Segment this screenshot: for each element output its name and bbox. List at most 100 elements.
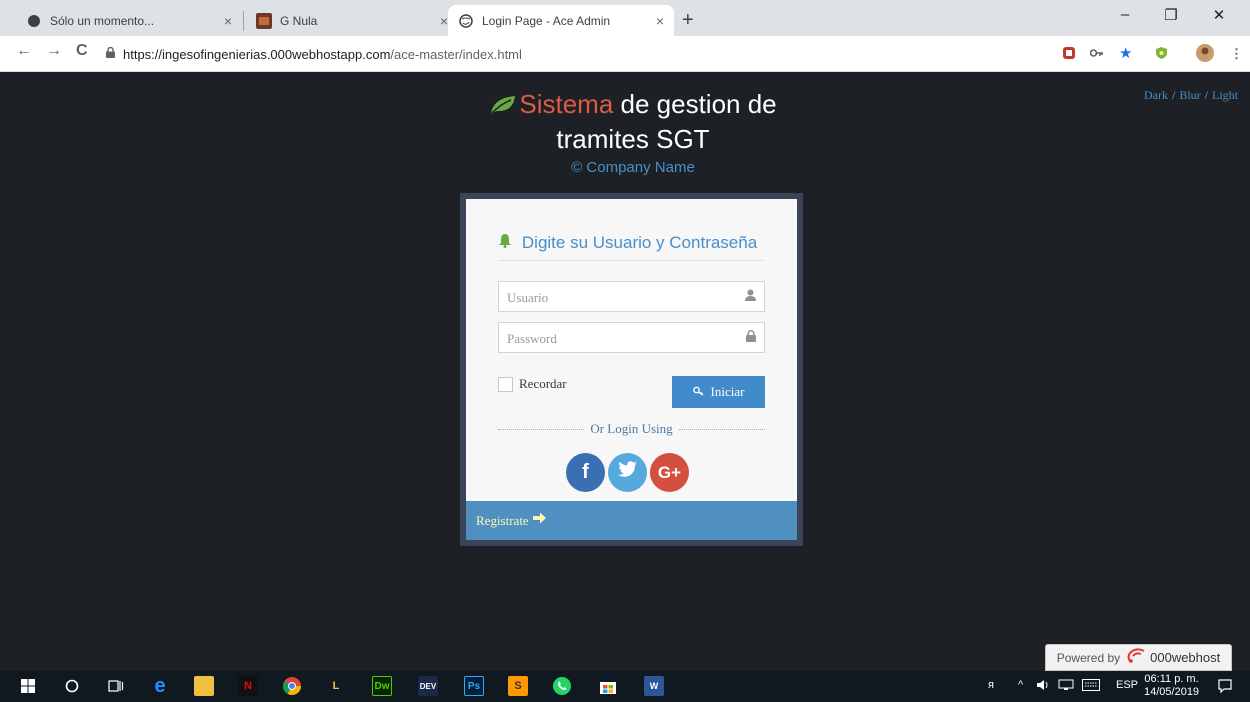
google-plus-icon: G+ <box>657 462 682 482</box>
key-icon[interactable] <box>1089 46 1104 61</box>
browser-toolbar: ← → C https://ingesofingenierias.000webh… <box>0 36 1250 72</box>
facebook-button[interactable]: f <box>566 453 605 492</box>
twitter-button[interactable] <box>608 453 647 492</box>
lock-icon <box>746 330 756 346</box>
user-icon <box>745 289 756 305</box>
tab-title: G Nula <box>280 13 318 28</box>
title-highlight: Sistema <box>519 89 614 119</box>
tab-solo-un-momento[interactable]: Sólo un momento... × <box>16 5 242 36</box>
remember-checkbox[interactable]: Recordar <box>498 376 567 392</box>
word-icon[interactable]: W <box>644 676 664 696</box>
theme-blur-link[interactable]: Blur <box>1179 88 1200 102</box>
powered-by-badge[interactable]: Powered by 000webhost <box>1045 644 1232 671</box>
volume-icon[interactable] <box>1036 679 1050 694</box>
clock-date: 14/05/2019 <box>1144 686 1200 698</box>
league-icon[interactable]: L <box>326 676 346 696</box>
windows-taskbar: e N L Dw DEV Ps S W ᴙ ^ ESP 06:11 p. m. … <box>0 671 1250 702</box>
game-thumbnail-icon <box>256 12 272 29</box>
system-clock[interactable]: 06:11 p. m. 14/05/2019 <box>1144 673 1199 699</box>
tab-title: Login Page - Ace Admin <box>482 13 611 28</box>
clock-time: 06:11 p. m. <box>1144 673 1199 685</box>
theme-separator: / <box>1171 88 1176 102</box>
cloudflare-icon <box>26 13 42 29</box>
leaf-icon <box>489 91 517 123</box>
facebook-icon: f <box>582 461 589 483</box>
url-host: https://ingesofingenierias.000webhostapp… <box>123 46 391 62</box>
notification-icon[interactable] <box>1218 679 1232 696</box>
checkbox-box[interactable] <box>498 376 513 392</box>
profile-icon[interactable] <box>1196 44 1214 65</box>
000webhost-logo-icon <box>1126 648 1146 667</box>
theme-switcher: Dark / Blur / Light <box>1144 88 1238 103</box>
register-link[interactable]: Registrate <box>476 513 529 529</box>
menu-icon[interactable]: ⋮ <box>1230 46 1243 62</box>
bell-icon <box>498 234 516 251</box>
store-icon[interactable] <box>598 676 618 696</box>
network-icon[interactable] <box>1058 679 1074 694</box>
theme-dark-link[interactable]: Dark <box>1144 88 1168 102</box>
file-explorer-icon[interactable] <box>194 676 214 696</box>
tab-login-page[interactable]: Login Page - Ace Admin × <box>448 5 674 36</box>
close-window-button[interactable]: ✕ <box>1196 6 1242 24</box>
twitter-icon <box>617 461 638 484</box>
tab-close-icon[interactable]: × <box>224 13 232 29</box>
login-panel: Digite su Usuario y Contraseña Usuario P… <box>466 199 797 540</box>
tab-title: Sólo un momento... <box>50 13 155 28</box>
dev-cpp-icon[interactable]: DEV <box>418 676 438 696</box>
login-heading-text: Digite su Usuario y Contraseña <box>521 233 758 252</box>
url-path: /ace-master/index.html <box>390 46 522 62</box>
new-tab-button[interactable]: + <box>682 9 694 32</box>
username-input[interactable]: Usuario <box>498 281 765 312</box>
tab-g-nula[interactable]: G Nula × <box>246 5 458 36</box>
login-button-label: Iniciar <box>710 384 745 399</box>
back-button[interactable]: ← <box>16 42 32 60</box>
theme-light-link[interactable]: Light <box>1212 88 1238 102</box>
login-heading: Digite su Usuario y Contraseña <box>498 233 764 261</box>
theme-separator: / <box>1204 88 1208 102</box>
tab-close-icon[interactable]: × <box>656 13 664 29</box>
windows-start-icon[interactable] <box>18 676 38 696</box>
or-login-divider: Or Login Using <box>498 421 765 437</box>
edge-icon[interactable]: e <box>150 675 170 697</box>
password-input[interactable]: Password <box>498 322 765 353</box>
browser-tab-strip: Sólo un momento... × G Nula × Login Page… <box>0 0 1250 36</box>
language-indicator[interactable]: ESP <box>1116 679 1138 691</box>
powered-by-brand: 000webhost <box>1150 650 1221 665</box>
tab-separator <box>243 11 244 31</box>
reload-button[interactable]: C <box>76 42 88 60</box>
address-bar[interactable]: https://ingesofingenierias.000webhostapp… <box>106 41 1036 67</box>
whatsapp-icon[interactable] <box>552 676 572 696</box>
netflix-icon[interactable]: N <box>238 676 258 696</box>
dreamweaver-icon[interactable]: Dw <box>372 676 392 696</box>
remember-label: Recordar <box>519 376 567 391</box>
chevron-up-icon[interactable]: ^ <box>1018 679 1023 691</box>
photoshop-icon[interactable]: Ps <box>464 676 484 696</box>
cortana-search-icon[interactable] <box>62 676 82 696</box>
tab-close-icon[interactable]: × <box>440 13 448 29</box>
minimize-button[interactable]: – <box>1102 6 1148 23</box>
username-placeholder: Usuario <box>507 290 549 305</box>
powered-by-text: Powered by <box>1056 650 1121 665</box>
company-name: © Company Name <box>571 159 695 176</box>
chrome-icon[interactable] <box>282 676 302 696</box>
google-plus-button[interactable]: G+ <box>650 453 689 492</box>
page-body: Dark / Blur / Light Sistema de gestion de tr… <box>8 72 1250 643</box>
key-icon <box>692 385 705 400</box>
login-button[interactable]: Iniciar <box>672 376 765 408</box>
restore-button[interactable]: ❐ <box>1148 6 1194 24</box>
shield-icon[interactable] <box>1155 46 1168 63</box>
password-placeholder: Password <box>507 331 557 346</box>
task-view-icon[interactable] <box>106 676 126 696</box>
social-login: f G+ <box>566 453 692 492</box>
extension-icon[interactable] <box>1062 46 1076 63</box>
sublime-icon[interactable]: S <box>508 676 528 696</box>
star-icon[interactable]: ★ <box>1119 44 1132 62</box>
forward-button[interactable]: → <box>46 42 62 60</box>
people-icon[interactable]: ᴙ <box>988 679 994 691</box>
lock-icon <box>106 46 115 61</box>
keyboard-icon[interactable] <box>1082 679 1100 694</box>
arrow-right-icon <box>532 512 546 529</box>
login-box: Digite su Usuario y Contraseña Usuario P… <box>460 193 803 546</box>
page-title: Sistema de gestion de tramites SGT <box>443 88 823 155</box>
or-login-text: Or Login Using <box>590 421 673 436</box>
